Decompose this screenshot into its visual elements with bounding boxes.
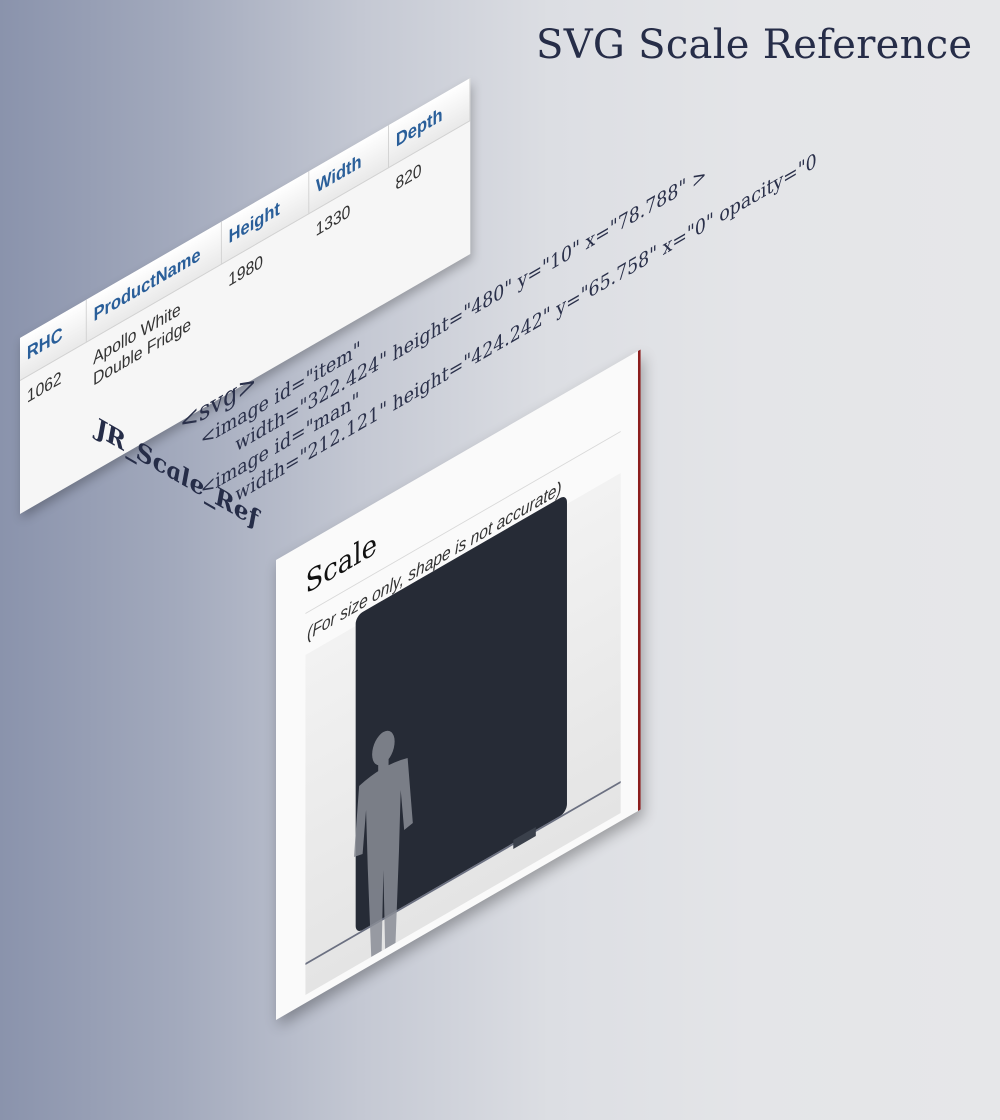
page-title: SVG Scale Reference: [536, 22, 973, 68]
man-silhouette-icon: [353, 730, 413, 957]
scale-card-wrapper: Scale (For size only, shape is not accur…: [276, 349, 641, 1120]
